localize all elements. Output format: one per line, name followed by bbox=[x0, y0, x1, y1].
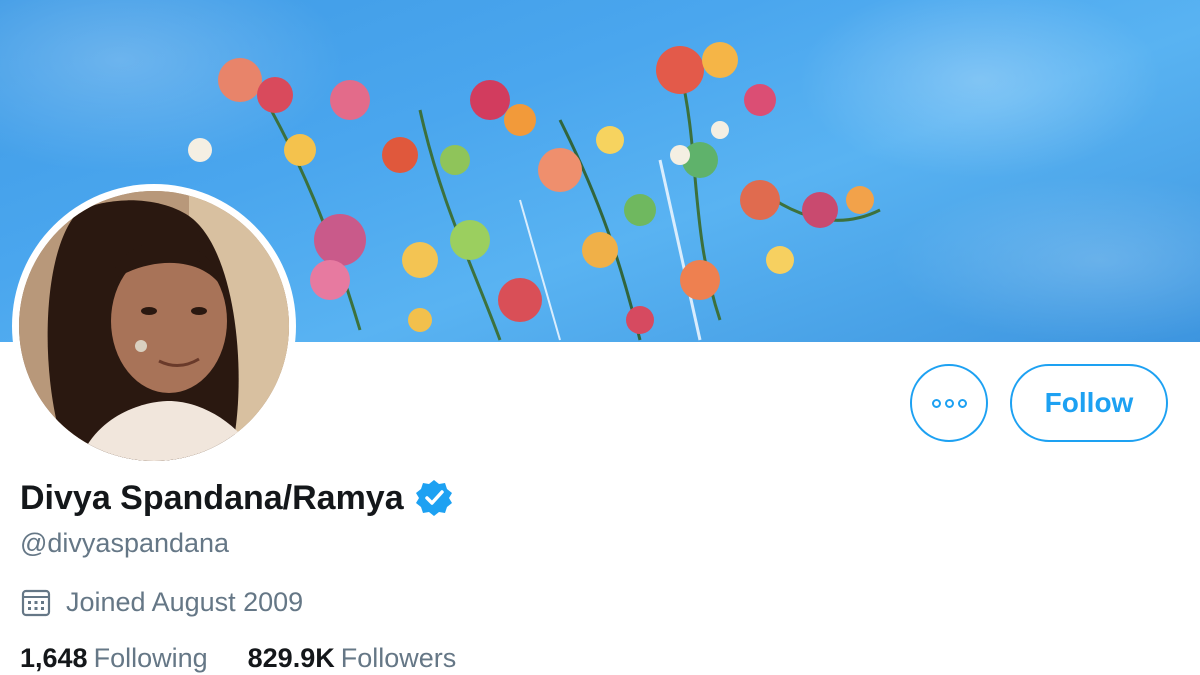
following-count: 1,648 bbox=[20, 643, 88, 673]
follow-stats: 1,648 Following 829.9K Followers bbox=[20, 643, 496, 674]
avatar-photo bbox=[19, 191, 289, 461]
calendar-icon bbox=[21, 589, 51, 617]
user-handle: @divyaspandana bbox=[20, 528, 230, 558]
followers-count: 829.9K bbox=[247, 643, 335, 673]
more-options-icon bbox=[931, 398, 967, 408]
more-options-button[interactable] bbox=[910, 364, 988, 442]
following-label: Following bbox=[93, 643, 208, 673]
following-stat[interactable]: 1,648 Following bbox=[20, 643, 208, 674]
name-row: Divya Spandana/Ramya bbox=[20, 478, 454, 518]
display-name: Divya Spandana/Ramya bbox=[20, 478, 404, 517]
profile-avatar[interactable] bbox=[12, 184, 296, 468]
joined-text: Joined August 2009 bbox=[66, 586, 304, 617]
followers-label: Followers bbox=[340, 643, 457, 673]
verified-badge-icon bbox=[415, 480, 452, 516]
followers-stat[interactable]: 829.9K Followers bbox=[248, 643, 457, 674]
follow-button[interactable]: Follow bbox=[1010, 364, 1168, 442]
joined-date: Joined August 2009 bbox=[20, 586, 303, 618]
